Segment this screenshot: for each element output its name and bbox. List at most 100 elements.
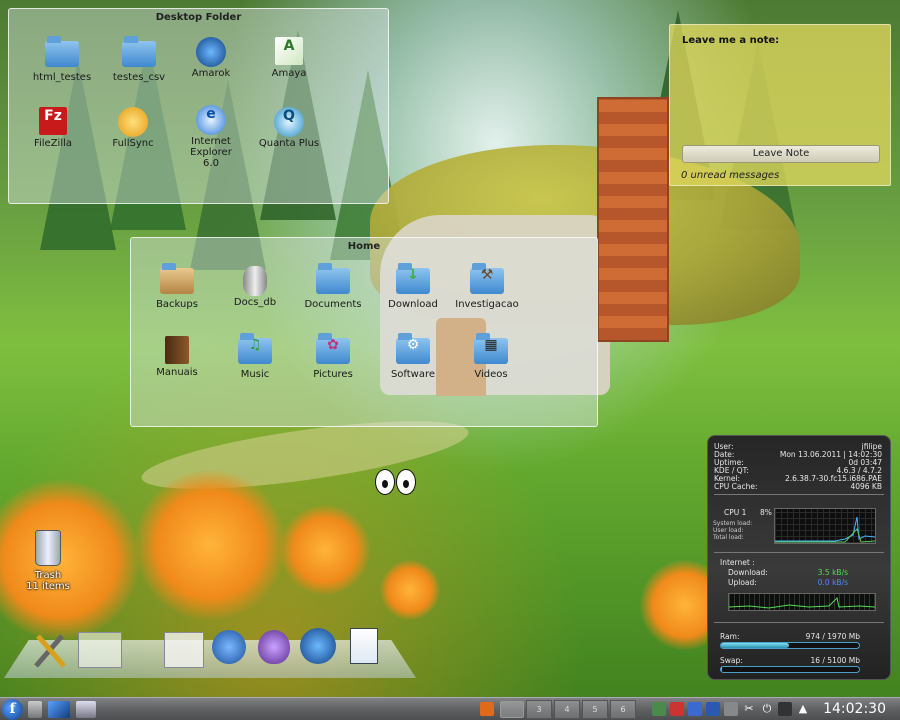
firefox-icon[interactable] [480, 702, 494, 716]
desktop-item-label: html_testes [32, 72, 92, 83]
folder-documents-icon [316, 263, 350, 296]
home-item-label: Videos [474, 369, 508, 380]
cpu-system-load-label: System load: [713, 520, 753, 527]
desktop-item-label: FullSync [112, 138, 154, 149]
home-item-docs-db[interactable]: Docs_db [213, 266, 297, 308]
folder-icon [122, 36, 156, 69]
folder-icon [45, 36, 79, 69]
device-icon[interactable] [724, 702, 738, 716]
home-item-label: Download [388, 299, 438, 310]
desktop-item-label: FileZilla [33, 138, 73, 149]
desktop-item-label: Amarok [191, 68, 231, 79]
scissors-icon[interactable]: ✂ [742, 702, 756, 716]
home-item-download[interactable]: ↓ Download [371, 263, 455, 310]
fullsync-icon [116, 107, 150, 137]
home-item-label: Backups [156, 299, 198, 310]
desktop-item-filezilla[interactable]: Fz FileZilla [11, 107, 95, 149]
home-item-label: Pictures [313, 369, 353, 380]
note-title: Leave me a note: [682, 35, 780, 46]
battery-icon[interactable] [778, 702, 792, 716]
notification-icon[interactable] [670, 702, 684, 716]
home-item-backups[interactable]: Backups [135, 263, 219, 310]
cpu-user-load-label: User load: [713, 527, 744, 534]
home-item-software[interactable]: ⚙ Software [371, 333, 455, 380]
amarok-icon [194, 37, 228, 67]
clock[interactable]: 14:02:30 [823, 700, 886, 718]
desktop-preview-icon[interactable] [78, 632, 122, 668]
desktop-item-amarok[interactable]: Amarok [169, 37, 253, 79]
home-folder-title: Home [347, 241, 381, 252]
folder-videos-icon: ▦ [474, 333, 508, 366]
pidgin-icon[interactable] [258, 630, 298, 670]
home-item-pictures[interactable]: ✿ Pictures [291, 333, 375, 380]
home-folder-view[interactable]: Home Backups Docs_db Documents ↓ Downloa… [130, 237, 598, 427]
home-item-label: Investigacao [455, 299, 519, 310]
folder-music-icon: ♫ [238, 333, 272, 366]
power-icon[interactable]: ⏻ [760, 702, 774, 716]
amarok-dock-icon[interactable] [300, 628, 340, 668]
desktop-item-amaya[interactable]: A Amaya [247, 37, 331, 79]
download-rate: Download: 3.5 kB/s [728, 568, 848, 577]
calculator-icon[interactable] [28, 701, 42, 718]
application-menu-button[interactable]: f [2, 699, 23, 720]
home-item-label: Software [390, 369, 436, 380]
trash-item[interactable]: Trash 11 items [18, 530, 78, 592]
desktop-item-html-testes[interactable]: html_testes [20, 36, 104, 83]
internet-explorer-icon: e [194, 105, 228, 135]
cpu-percent: 8% [760, 508, 772, 517]
file-manager-icon[interactable] [76, 701, 96, 718]
pager-desktop-3[interactable]: 3 [526, 700, 552, 719]
leave-note-button[interactable]: Leave Note [682, 145, 880, 163]
desktop-item-fullsync[interactable]: FullSync [91, 107, 175, 149]
folder-tools-icon: ⚒ [470, 263, 504, 296]
desktop-item-label: Quanta Plus [258, 138, 320, 149]
pager-desktop-5[interactable]: 5 [582, 700, 608, 719]
eye-left [375, 469, 395, 495]
note-status: 0 unread messages [681, 170, 780, 181]
home-item-investigacao[interactable]: ⚒ Investigacao [445, 263, 529, 310]
tray-expand-icon[interactable]: ▲ [796, 702, 810, 716]
folder-backups-icon [160, 263, 194, 296]
quanta-icon: Q [272, 107, 306, 137]
upload-rate: Upload: 0.0 kB/s [728, 578, 848, 587]
folder-software-icon: ⚙ [396, 333, 430, 366]
desktop-show-icon[interactable] [48, 701, 70, 718]
desktop-item-internet-explorer[interactable]: e Internet Explorer 6.0 [169, 105, 253, 169]
taskbar: f 3 4 5 6 ✂ ⏻ ▲ 14:02:30 [0, 697, 900, 720]
bluetooth-icon[interactable] [706, 702, 720, 716]
network-icon[interactable] [688, 702, 702, 716]
writer-icon[interactable] [350, 628, 390, 668]
trash-count: 11 items [26, 581, 70, 592]
filezilla-icon: Fz [36, 107, 70, 135]
window-preview-icon[interactable] [164, 632, 204, 668]
sysmon-cache: CPU Cache: 4096 KB [714, 482, 882, 491]
ram-usage: Ram: 974 / 1970 Mb [720, 632, 860, 641]
home-item-manuais[interactable]: Manuais [135, 336, 219, 378]
system-monitor-widget: User: jfilipe Date: Mon 13.06.2011 | 14:02… [707, 435, 891, 680]
pager-desktop-6[interactable]: 6 [610, 700, 636, 719]
network-graph [728, 593, 876, 611]
swap-bar [720, 666, 860, 673]
thunderbird-icon[interactable] [212, 630, 252, 670]
cpu-graph [774, 508, 876, 544]
desktop-item-quanta-plus[interactable]: Q Quanta Plus [247, 107, 331, 149]
ram-bar [720, 642, 860, 649]
trash-icon [35, 530, 61, 566]
home-item-videos[interactable]: ▦ Videos [449, 333, 533, 380]
home-item-documents[interactable]: Documents [291, 263, 375, 310]
eye-right [396, 469, 416, 495]
system-settings-icon[interactable] [30, 628, 70, 668]
clipboard-icon[interactable] [652, 702, 666, 716]
active-window-button[interactable] [500, 701, 524, 718]
home-item-label: Docs_db [233, 297, 277, 308]
home-item-label: Manuais [156, 367, 198, 378]
desktop-item-label: Amaya [271, 68, 307, 79]
note-widget[interactable]: Leave me a note: Leave Note 0 unread mes… [669, 24, 891, 186]
pager-desktop-4[interactable]: 4 [554, 700, 580, 719]
desktop-folder-title: Desktop Folder [155, 12, 242, 23]
desktop-folder-view[interactable]: Desktop Folder html_testes testes_csv Am… [8, 8, 389, 204]
home-item-music[interactable]: ♫ Music [213, 333, 297, 380]
home-item-label: Music [240, 369, 270, 380]
database-icon [238, 266, 272, 296]
swap-usage: Swap: 16 / 5100 Mb [720, 656, 860, 665]
